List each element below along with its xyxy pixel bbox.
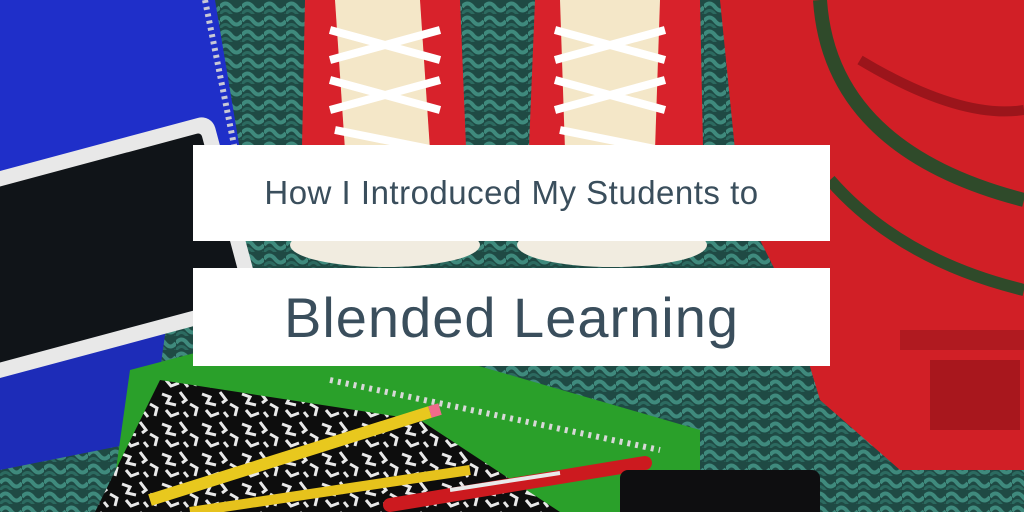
title-line2: Blended Learning [283, 285, 740, 349]
title-line1: How I Introduced My Students to [264, 174, 759, 211]
phone [620, 470, 820, 512]
school-supplies-photo [0, 0, 1024, 512]
promo-graphic: How I Introduced My Students to Blended … [0, 0, 1024, 512]
title-banner-bottom: Blended Learning [193, 268, 830, 366]
title-banner-top: How I Introduced My Students to [193, 145, 830, 241]
